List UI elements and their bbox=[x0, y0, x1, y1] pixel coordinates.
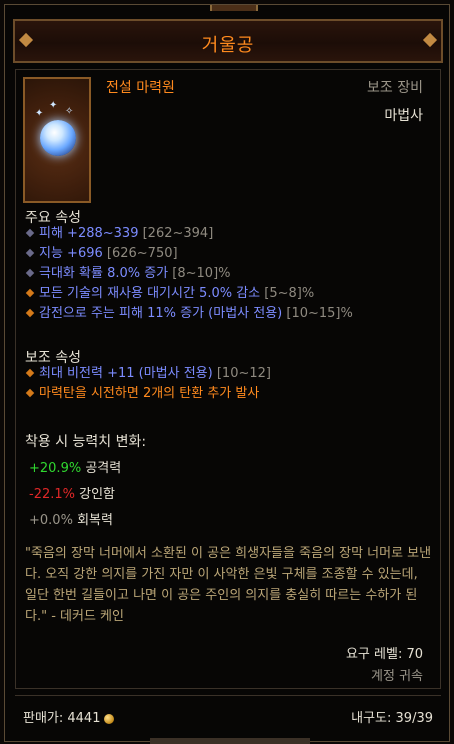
stat-range: [262~394] bbox=[142, 226, 214, 241]
sparkle-icon: ✦ bbox=[49, 100, 58, 111]
stat-range: [626~750] bbox=[106, 246, 178, 261]
sell-price: 판매가: 4441 bbox=[23, 707, 115, 726]
change-label: 강인함 bbox=[79, 487, 116, 502]
change-delta: +0.0% bbox=[29, 513, 73, 528]
bullet-diamond-icon bbox=[25, 248, 35, 258]
item-class: 마법사 bbox=[384, 108, 423, 124]
primary-stat: 극대화 확률 8.0% 증가 [8~10]% bbox=[25, 265, 231, 283]
bullet-diamond-icon bbox=[25, 388, 35, 398]
bullet-diamond-icon bbox=[25, 268, 35, 278]
orb-portrait-icon bbox=[40, 120, 76, 156]
secondary-stat: 최대 비전력 +11 (마법사 전용) [10~12] bbox=[25, 365, 271, 383]
stat-value: 지능 +696 bbox=[39, 246, 103, 261]
gold-coin-icon bbox=[104, 713, 115, 724]
item-type: 전설 마력원 bbox=[106, 80, 175, 96]
flavor-text: "죽음의 장막 너머에서 소환된 이 공은 희생자들을 죽음의 장막 너머로 보… bbox=[25, 546, 432, 624]
primary-header: 주요 속성 bbox=[25, 210, 81, 226]
sell-price-label: 판매가: 4441 bbox=[23, 711, 101, 726]
stat-range: [8~10]% bbox=[172, 266, 231, 281]
primary-stat: 모든 기술의 재사용 대기시간 5.0% 감소 [5~8]% bbox=[25, 285, 314, 303]
bullet-diamond-icon bbox=[25, 368, 35, 378]
secondary-stat: 마력탄을 시전하면 2개의 탄환 추가 발사 bbox=[25, 385, 259, 403]
top-ornament bbox=[210, 5, 258, 11]
secondary-header: 보조 속성 bbox=[25, 350, 81, 366]
stat-value: 감전으로 주는 피해 11% 증가 (마법사 전용) bbox=[39, 306, 283, 321]
durability: 내구도: 39/39 bbox=[351, 711, 433, 726]
sparkle-icon: ✦ bbox=[35, 108, 44, 119]
stat-value: 모든 기술의 재사용 대기시간 5.0% 감소 bbox=[39, 286, 261, 301]
footer-bar: 판매가: 4441 내구도: 39/39 bbox=[15, 695, 441, 734]
title-bar: 거울공 bbox=[13, 19, 443, 63]
bottom-edge-strip bbox=[150, 738, 310, 744]
item-portrait: ✦ ✧ ✦ bbox=[23, 77, 91, 203]
sparkle-icon: ✧ bbox=[65, 106, 74, 117]
change-delta: -22.1% bbox=[29, 487, 75, 502]
stat-range: [10~15]% bbox=[286, 306, 353, 321]
item-slot: 보조 장비 bbox=[367, 80, 423, 96]
change-label: 회복력 bbox=[77, 513, 113, 528]
primary-stat: 지능 +696 [626~750] bbox=[25, 245, 178, 263]
bullet-diamond-icon bbox=[25, 228, 35, 238]
change-delta: +20.9% bbox=[29, 461, 82, 476]
stat-range: [10~12] bbox=[216, 366, 271, 381]
stat-change: +20.9% 공격력 bbox=[29, 457, 121, 476]
primary-stat: 감전으로 주는 피해 11% 증가 (마법사 전용) [10~15]% bbox=[25, 305, 353, 323]
stat-value: 극대화 확률 8.0% 증가 bbox=[39, 266, 169, 281]
stat-value: 최대 비전력 +11 (마법사 전용) bbox=[39, 366, 213, 381]
bullet-diamond-icon bbox=[25, 308, 35, 318]
level-requirement: 요구 레벨: 70 bbox=[345, 647, 423, 662]
bullet-diamond-icon bbox=[25, 288, 35, 298]
stat-value: 마력탄을 시전하면 2개의 탄환 추가 발사 bbox=[39, 386, 260, 401]
stat-value: 피해 +288~339 bbox=[39, 226, 139, 241]
account-bound: 계정 귀속 bbox=[371, 669, 423, 684]
change-label: 공격력 bbox=[85, 461, 122, 476]
item-tooltip: 거울공 ✦ ✧ ✦ 전설 마력원 보조 장비 마법사 주요 속성 피해 +288… bbox=[4, 4, 450, 742]
item-name: 거울공 bbox=[201, 35, 255, 56]
stat-range: [5~8]% bbox=[264, 286, 315, 301]
stat-change: -22.1% 강인함 bbox=[29, 483, 115, 502]
changes-header: 착용 시 능력치 변화: bbox=[25, 434, 147, 450]
primary-stat: 피해 +288~339 [262~394] bbox=[25, 225, 213, 243]
stat-change: +0.0% 회복력 bbox=[29, 509, 113, 528]
